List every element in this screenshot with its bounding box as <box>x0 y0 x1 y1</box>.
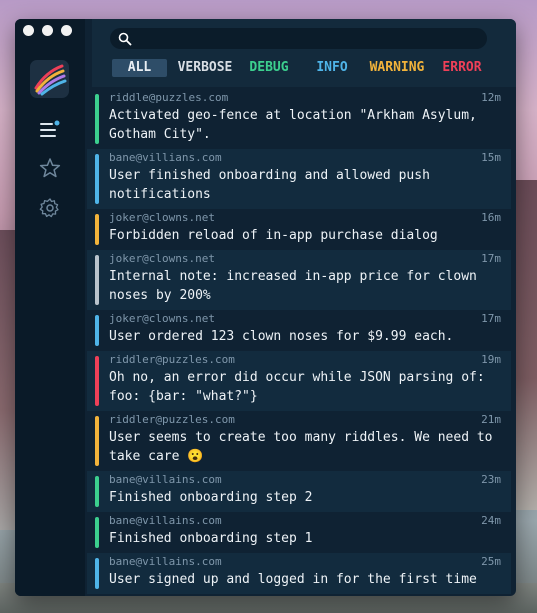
log-user: riddler@puzzles.com <box>109 353 235 366</box>
log-message: Finished onboarding step 2 <box>109 490 313 505</box>
list-icon[interactable] <box>37 116 63 142</box>
log-user: joker@clowns.net <box>109 252 215 265</box>
log-message: Activated geo-fence at location "Arkham … <box>109 108 477 142</box>
toolbar: ALL VERBOSE DEBUG INFO WARNING ERROR <box>92 19 516 87</box>
log-level-indicator <box>95 154 99 204</box>
log-user: bane@villains.com <box>109 555 222 568</box>
log-user: bane@villians.com <box>109 151 222 164</box>
log-timestamp: 12m <box>481 91 501 104</box>
log-level-indicator <box>95 315 99 346</box>
log-message: User seems to create too many riddles. W… <box>109 430 493 464</box>
window-controls <box>23 25 72 36</box>
filter-all-tab[interactable]: ALL <box>112 59 167 77</box>
search-input[interactable] <box>110 28 487 49</box>
log-user: joker@clowns.net <box>109 211 215 224</box>
log-row[interactable]: bane@villains.com 25m User signed up and l… <box>87 553 511 594</box>
log-timestamp: 15m <box>481 151 501 164</box>
app-window: ALL VERBOSE DEBUG INFO WARNING ERROR rid… <box>15 19 516 596</box>
log-level-indicator <box>95 476 99 507</box>
log-timestamp: 17m <box>481 312 501 325</box>
log-message: Oh no, an error did occur while JSON par… <box>109 370 485 404</box>
log-level-indicator <box>95 94 99 144</box>
log-user: joker@clowns.net <box>109 312 215 325</box>
filter-error-tab[interactable]: ERROR <box>441 59 483 77</box>
log-row[interactable]: riddler@puzzles.com 21m User seems to crea… <box>87 411 511 471</box>
star-icon[interactable] <box>37 155 63 181</box>
log-message: Forbidden reload of in-app purchase dial… <box>109 228 438 243</box>
log-message: User ordered 123 clown noses for $9.99 e… <box>109 329 454 344</box>
log-user: riddler@puzzles.com <box>109 413 235 426</box>
log-level-indicator <box>95 214 99 245</box>
log-message: Finished onboarding step 1 <box>109 531 313 546</box>
log-row[interactable]: bane@villians.com 15m User finished onboar… <box>87 149 511 209</box>
log-timestamp: 25m <box>481 555 501 568</box>
log-timestamp: 24m <box>481 514 501 527</box>
log-level-indicator <box>95 356 99 406</box>
log-message: User signed up and logged in for the fir… <box>109 572 477 587</box>
log-user: bane@villains.com <box>109 514 222 527</box>
log-row[interactable]: joker@clowns.net 17m Internal note: increa… <box>87 250 511 310</box>
log-timestamp: 23m <box>481 473 501 486</box>
filter-debug-tab[interactable]: DEBUG <box>248 59 290 77</box>
filter-warning-tab[interactable]: WARNING <box>368 59 426 77</box>
log-timestamp: 17m <box>481 252 501 265</box>
log-row[interactable]: joker@clowns.net 17m User ordered 123 clow… <box>87 310 511 351</box>
log-list: riddle@puzzles.com 12m Activated geo-fence… <box>87 89 511 596</box>
app-logo <box>30 60 69 98</box>
filter-verbose-tab[interactable]: VERBOSE <box>176 59 234 77</box>
log-timestamp: 16m <box>481 211 501 224</box>
search-icon <box>118 31 132 50</box>
log-timestamp: 19m <box>481 353 501 366</box>
gear-icon[interactable] <box>37 195 63 221</box>
log-user: bane@villains.com <box>109 473 222 486</box>
log-row[interactable]: bane@villains.com 23m Finished onboarding … <box>87 471 511 512</box>
log-level-indicator <box>95 416 99 466</box>
sidebar <box>15 19 85 596</box>
log-row[interactable]: riddler@puzzles.com 19m Oh no, an error di… <box>87 351 511 411</box>
maximize-window-button[interactable] <box>61 25 72 36</box>
filter-info-tab[interactable]: INFO <box>315 59 349 77</box>
log-level-indicator <box>95 517 99 548</box>
log-level-indicator <box>95 558 99 589</box>
log-message: Internal note: increased in-app price fo… <box>109 269 477 303</box>
log-timestamp: 21m <box>481 413 501 426</box>
log-user: riddle@puzzles.com <box>109 91 229 104</box>
log-row[interactable]: joker@clowns.net 16m Forbidden reload of i… <box>87 209 511 250</box>
close-window-button[interactable] <box>23 25 34 36</box>
log-level-indicator <box>95 255 99 305</box>
minimize-window-button[interactable] <box>42 25 53 36</box>
log-row[interactable]: bane@villains.com 24m Finished onboarding … <box>87 512 511 553</box>
log-message: User finished onboarding and allowed pus… <box>109 168 430 202</box>
log-row[interactable]: riddle@puzzles.com 12m Activated geo-fence… <box>87 89 511 149</box>
